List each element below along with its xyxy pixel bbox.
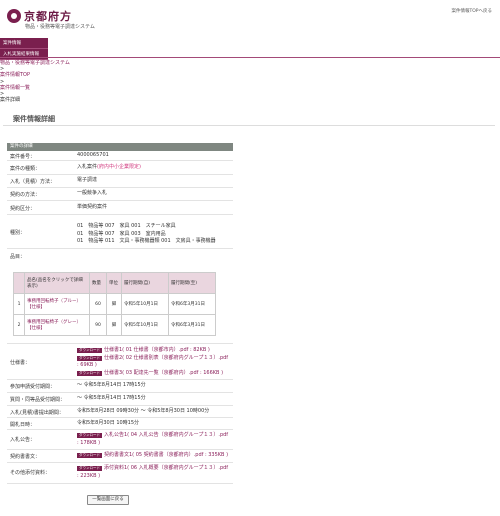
table-row: 1 事務用回転椅子（ブルー） 【仕様】 60 脚 令和5年10月1日 令和6年3月…	[13, 293, 216, 315]
cell-to: 令和6年3月31日	[168, 314, 216, 336]
item-name-link[interactable]: 事務用回転椅子（ブルー）	[27, 299, 81, 304]
download-badge[interactable]: ダウンロード	[77, 370, 102, 376]
label-contract-method: 契約の方法：	[10, 192, 41, 198]
other-file-link-cont[interactable]: : 223KB )	[77, 473, 100, 479]
col-unit: 単位	[106, 272, 122, 294]
row-contract-type: 入札（見積）方法： 電子調達	[7, 175, 233, 188]
label-other: その他添付資料：	[10, 470, 51, 476]
cell-no: 2	[13, 314, 25, 336]
items-table: 品名(品名をクリックで詳細表示) 数量 単位 履行期間(自) 履行期間(至) 1…	[13, 272, 216, 336]
spec-file-link[interactable]: 仕様書3( 03 配達先一覧（京都府内）.pdf : 166KB )	[104, 370, 223, 376]
table-header-row: 品名(品名をクリックで詳細表示) 数量 単位 履行期間(自) 履行期間(至)	[13, 272, 216, 294]
item-spec-link[interactable]: 【仕様】	[27, 326, 45, 331]
cell-from: 令和5年10月1日	[121, 293, 169, 315]
col-from: 履行期間(自)	[121, 272, 169, 294]
col-name: 品名(品名をクリックで詳細表示)	[24, 272, 90, 294]
breadcrumb-home[interactable]: 物品・役務等電子調達システム	[0, 60, 70, 66]
row-date-3: 開札日時： 令和5年8月30日 10時15分	[7, 418, 233, 430]
row-notice: 入札公告： ダウンロード 入札公告1( 04 入札公告（京都府内グループ１３）.p…	[7, 430, 233, 450]
label-items: 品目：	[10, 254, 26, 260]
contract-file-link[interactable]: 契約書書文1( 05 契約書書（京都府内）.pdf : 335KB )	[104, 452, 228, 458]
row-types: 種別： 01 物品等 007 家具 001 スチール家具 01 物品等 007 …	[7, 215, 233, 249]
label-contract: 契約書書文：	[10, 454, 41, 460]
row-spec: 仕様書： ダウンロード 仕様書1( 01 仕様書（京都市内）.pdf : 82KB…	[7, 344, 233, 380]
logo-text: 京都府方	[24, 10, 72, 23]
section-header: 案件の詳細	[7, 143, 233, 151]
page-title: 案件情報詳細	[13, 115, 55, 123]
back-to-list-button[interactable]: 一覧画面に戻る	[87, 495, 129, 505]
cell-qty: 60	[89, 293, 107, 315]
top-link[interactable]: 案件情報TOPへ戻る	[451, 8, 492, 14]
item-name-link[interactable]: 事務用回転椅子（グレー）	[27, 320, 81, 325]
value-case-type-link[interactable]: (府内中小企業限定)	[97, 164, 141, 170]
download-badge[interactable]: ダウンロード	[77, 433, 102, 438]
label-date: 質問・同等品受付期間：	[10, 397, 66, 403]
notice-file-link[interactable]: 入札公告1( 04 入札公告（京都府内グループ１３）.pdf	[104, 432, 228, 438]
row-date-2: 入札(見積)書提出期間： 令和5年8月28日 09時30分 ～ 令和5年8月30…	[7, 406, 233, 418]
value-contract-method: 一般競争入札	[77, 190, 108, 196]
row-date-0: 参加申請受付期間： ～ 令和5年8月14日 17時15分	[7, 380, 233, 393]
col-to: 履行期間(至)	[168, 272, 216, 294]
download-badge[interactable]: ダウンロード	[77, 355, 102, 361]
type-entry: 01 物品等 011 文具・事務機器類 001 文房具・事務機器	[77, 238, 216, 244]
value-date: ～ 令和5年8月14日 17時15分	[77, 382, 146, 388]
value-contract-type: 電子調達	[77, 177, 98, 183]
breadcrumb-list[interactable]: 案件情報一覧	[0, 85, 30, 91]
label-date: 入札(見積)書提出期間：	[10, 410, 64, 416]
spec-file-link[interactable]: 仕様書1( 01 仕様書（京都市内）.pdf : 82KB )	[104, 347, 210, 353]
cell-qty: 90	[89, 314, 107, 336]
col-no	[13, 272, 25, 294]
title-divider	[3, 125, 495, 126]
label-spec: 仕様書：	[10, 360, 31, 366]
value-case-type: 入札案件	[77, 164, 98, 170]
label-date: 参加申請受付期間：	[10, 384, 56, 390]
breadcrumb-top[interactable]: 案件情報TOP	[0, 72, 30, 78]
value-contract-category: 単価契約案件	[77, 204, 108, 210]
cell-from: 令和5年10月1日	[121, 314, 169, 336]
label-contract-category: 契約区分：	[10, 206, 36, 212]
other-file-link[interactable]: 添付資料1( 06 入札概要（京都府内グループ１３）.pdf	[104, 465, 228, 471]
label-contract-type: 入札（見積）方法：	[10, 179, 56, 185]
label-notice: 入札公告：	[10, 437, 36, 443]
item-spec-link[interactable]: 【仕様】	[27, 305, 45, 310]
value-date: 令和5年8月30日 10時15分	[77, 420, 140, 426]
cell-unit: 脚	[106, 293, 122, 315]
row-contract: 契約書書文： ダウンロード 契約書書文1( 05 契約書書（京都府内）.pdf :…	[7, 450, 233, 463]
table-row: 2 事務用回転椅子（グレー） 【仕様】 90 脚 令和5年10月1日 令和6年3月…	[13, 314, 216, 336]
value-date: 令和5年8月28日 09時30分 ～ 令和5年8月30日 10時00分	[77, 408, 210, 414]
spec-file-link[interactable]: 仕様書2( 02 仕様書別表（京都府内グループ１３）.pdf	[104, 355, 228, 361]
label-case-type: 案件の種類：	[10, 166, 41, 172]
download-badge[interactable]: ダウンロード	[77, 453, 102, 458]
col-qty: 数量	[89, 272, 107, 294]
label-types: 種別：	[10, 230, 26, 236]
notice-file-link-cont[interactable]: : 178KB )	[77, 440, 100, 446]
cell-no: 1	[13, 293, 25, 315]
system-subtitle: 物品・役務等電子調達システム	[25, 24, 95, 30]
cell-unit: 脚	[106, 314, 122, 336]
breadcrumb: 物品・役務等電子調達システム > 案件情報TOP > 案件情報一覧 > 案件詳細	[0, 60, 70, 103]
cell-to: 令和6年3月31日	[168, 293, 216, 315]
kyoto-seal-icon	[7, 9, 21, 23]
download-badge[interactable]: ダウンロード	[77, 466, 102, 471]
row-contract-method: 契約の方法： 一般競争入札	[7, 188, 233, 201]
value-case-number: 4000065701	[77, 152, 109, 158]
menu-divider	[0, 57, 500, 58]
row-case-type: 案件の種類： 入札案件(府内中小企業限定)	[7, 161, 233, 175]
download-badge[interactable]: ダウンロード	[77, 348, 102, 353]
row-case-number: 案件番号： 4000065701	[7, 151, 233, 161]
spec-file-link-cont[interactable]: : 69KB )	[77, 362, 97, 368]
menu-item-bid-results[interactable]: 入札実施結果情報	[0, 49, 48, 60]
type-entry: 01 物品等 007 家具 001 スチール家具	[77, 223, 176, 229]
type-entry: 01 物品等 007 家具 003 室内用品	[77, 230, 166, 237]
logo: 京都府方	[7, 8, 72, 24]
label-case-number: 案件番号：	[10, 154, 36, 160]
value-date: ～ 令和5年8月14日 17時15分	[77, 395, 146, 401]
menu-item-case-info[interactable]: 案件情報	[0, 38, 48, 49]
breadcrumb-current: 案件詳細	[0, 97, 21, 104]
row-other: その他添付資料： ダウンロード 添付資料1( 06 入札概要（京都府内グループ１３…	[7, 463, 233, 484]
row-date-1: 質問・同等品受付期間： ～ 令和5年8月14日 17時15分	[7, 393, 233, 406]
label-date: 開札日時：	[10, 422, 36, 428]
row-contract-category: 契約区分： 単価契約案件	[7, 201, 233, 215]
